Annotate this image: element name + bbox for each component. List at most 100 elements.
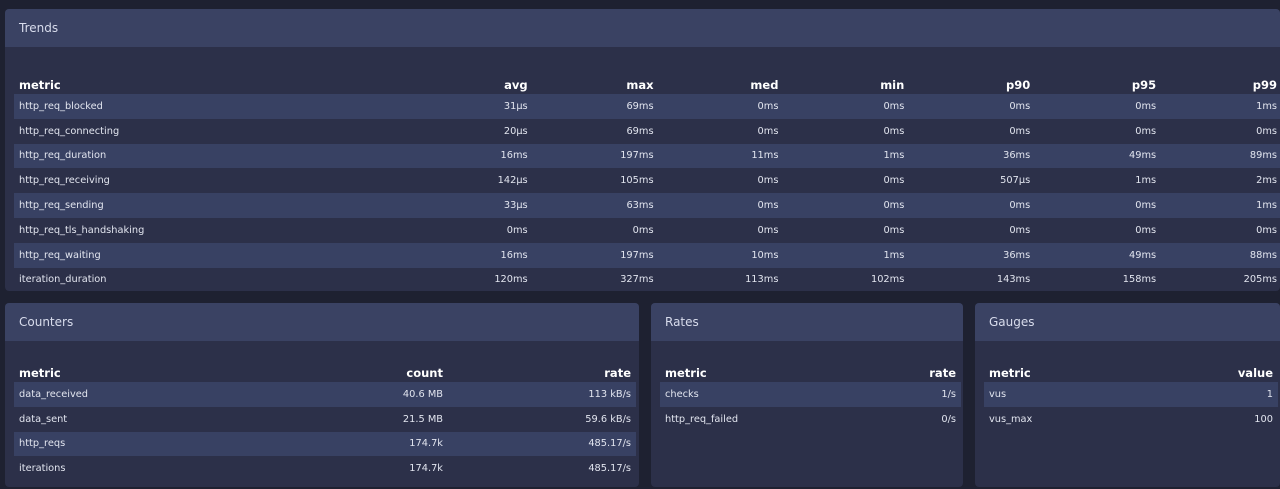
table-row: http_reqs 174.7k 485.17/s: [14, 431, 636, 457]
column-header-p90[interactable]: p90: [909, 56, 1035, 94]
cell-value: 1: [1158, 382, 1278, 407]
gauges-panel: Gauges metric value vus 1 vus_max 100: [975, 303, 1280, 487]
cell-value: 20µs: [503, 125, 528, 137]
metric-name: http_req_tls_handshaking: [19, 224, 145, 236]
cell-value: 102ms: [870, 274, 905, 286]
cell-value: 0ms: [909, 94, 1036, 119]
cell-value: 11ms: [658, 143, 784, 169]
rates-title: Rates: [651, 303, 963, 341]
metric-name: checks: [660, 382, 840, 407]
column-header-value[interactable]: value: [1158, 344, 1278, 382]
metric-name: http_req_receiving: [19, 175, 110, 187]
cell-value: 0ms: [658, 94, 784, 119]
cell-value: 88ms: [1161, 242, 1280, 268]
cell-value: 143ms: [996, 274, 1031, 286]
cell-value: 0ms: [1009, 224, 1031, 236]
counters-panel: Counters metric count rate data_received…: [5, 303, 639, 487]
table-row: http_req_tls_handshaking 0ms 0ms 0ms 0ms…: [14, 218, 1280, 243]
cell-value: 69ms: [532, 94, 659, 119]
cell-value: 0ms: [632, 224, 654, 236]
cell-value: 10ms: [658, 242, 784, 268]
cell-value: 0ms: [1135, 224, 1157, 236]
gauges-table: metric value vus 1 vus_max 100: [984, 344, 1278, 432]
cell-value: 0ms: [1035, 193, 1162, 218]
column-header-rate[interactable]: rate: [840, 344, 961, 382]
cell-value: 0ms: [1009, 125, 1031, 137]
metric-name: http_req_blocked: [14, 94, 407, 119]
column-header-metric[interactable]: metric: [660, 344, 840, 382]
cell-value: 36ms: [909, 242, 1036, 268]
table-row: checks 1/s: [660, 382, 961, 407]
metric-name: iteration_duration: [19, 274, 107, 286]
cell-value: 174.7k: [264, 431, 448, 457]
column-header-avg[interactable]: avg: [407, 56, 533, 94]
column-header-rate[interactable]: rate: [448, 344, 636, 382]
metric-name: http_req_waiting: [14, 242, 407, 268]
trends-panel: Trends metric avg max med min p90 p95 p9…: [5, 9, 1280, 291]
cell-value: 89ms: [1161, 143, 1280, 169]
cell-value: 507µs: [1000, 175, 1031, 187]
cell-value: 197ms: [532, 242, 659, 268]
cell-value: 485.17/s: [588, 463, 631, 475]
trends-header-row: metric avg max med min p90 p95 p99: [14, 56, 1280, 94]
column-header-med[interactable]: med: [659, 56, 784, 94]
column-header-count[interactable]: count: [264, 344, 448, 382]
cell-value: 33µs: [406, 193, 533, 218]
table-row: http_req_sending 33µs 63ms 0ms 0ms 0ms 0…: [14, 193, 1280, 218]
trends-table: metric avg max med min p90 p95 p99 http_…: [14, 56, 1280, 291]
metric-name: vus: [984, 382, 1158, 407]
table-row: vus_max 100: [984, 407, 1278, 432]
cell-value: 40.6 MB: [264, 382, 448, 407]
counters-header-row: metric count rate: [14, 344, 636, 382]
cell-value: 0ms: [783, 94, 910, 119]
cell-value: 1ms: [1161, 193, 1280, 218]
counters-table: metric count rate data_received 40.6 MB …: [14, 344, 636, 481]
cell-value: 1ms: [1135, 175, 1157, 187]
column-header-metric[interactable]: metric: [14, 56, 407, 94]
gauges-header-row: metric value: [984, 344, 1278, 382]
rates-header-row: metric rate: [660, 344, 961, 382]
metric-name: http_req_failed: [665, 413, 739, 425]
cell-value: 0ms: [883, 175, 905, 187]
table-row: http_req_waiting 16ms 197ms 10ms 1ms 36m…: [14, 242, 1280, 268]
table-row: http_req_failed 0/s: [660, 407, 961, 432]
table-row: data_received 40.6 MB 113 kB/s: [14, 382, 636, 407]
cell-value: 0ms: [883, 224, 905, 236]
cell-value: 0ms: [1135, 125, 1157, 137]
cell-value: 142µs: [497, 175, 528, 187]
column-header-metric[interactable]: metric: [14, 344, 264, 382]
cell-value: 0ms: [757, 224, 779, 236]
rates-panel: Rates metric rate checks 1/s http_req_fa…: [651, 303, 963, 487]
table-row: http_req_duration 16ms 197ms 11ms 1ms 36…: [14, 143, 1280, 169]
cell-value: 485.17/s: [448, 431, 636, 457]
column-header-metric[interactable]: metric: [984, 344, 1158, 382]
table-row: iterations 174.7k 485.17/s: [14, 456, 636, 481]
table-row: iteration_duration 120ms 327ms 113ms 102…: [14, 268, 1280, 291]
cell-value: 197ms: [532, 143, 659, 169]
cell-value: 105ms: [620, 175, 654, 187]
cell-value: 0ms: [757, 175, 779, 187]
column-header-max[interactable]: max: [533, 56, 659, 94]
metric-name: http_req_duration: [14, 143, 407, 169]
metric-name: http_reqs: [14, 431, 264, 457]
cell-value: 0ms: [757, 125, 779, 137]
table-row: http_req_connecting 20µs 69ms 0ms 0ms 0m…: [14, 119, 1280, 144]
cell-value: 0ms: [909, 193, 1036, 218]
cell-value: 1ms: [1161, 94, 1280, 119]
cell-value: 1ms: [783, 143, 910, 169]
cell-value: 0/s: [941, 413, 956, 425]
gauges-title: Gauges: [975, 303, 1280, 341]
cell-value: 327ms: [620, 274, 654, 286]
column-header-p95[interactable]: p95: [1035, 56, 1161, 94]
column-header-p99[interactable]: p99: [1161, 56, 1280, 94]
cell-value: 0ms: [1256, 125, 1277, 137]
cell-value: 1ms: [783, 242, 910, 268]
cell-value: 0ms: [1035, 94, 1162, 119]
metric-name: vus_max: [989, 413, 1033, 425]
metric-name: http_req_sending: [14, 193, 407, 218]
column-header-min[interactable]: min: [783, 56, 909, 94]
cell-value: 100: [1254, 413, 1273, 425]
metric-name: iterations: [19, 463, 66, 475]
cell-value: 205ms: [1243, 274, 1277, 286]
cell-value: 49ms: [1035, 242, 1162, 268]
